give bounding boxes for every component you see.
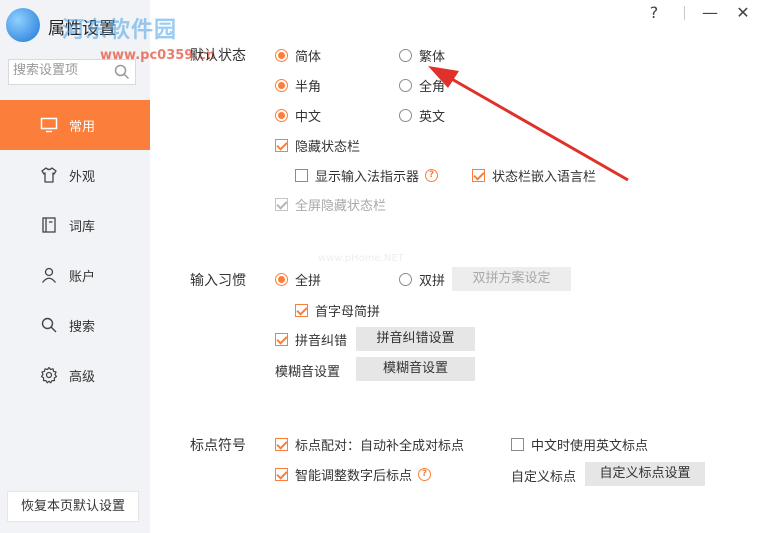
arrow-head — [428, 66, 459, 88]
annotation-arrow — [428, 66, 629, 182]
arrow-shaft — [449, 76, 629, 182]
